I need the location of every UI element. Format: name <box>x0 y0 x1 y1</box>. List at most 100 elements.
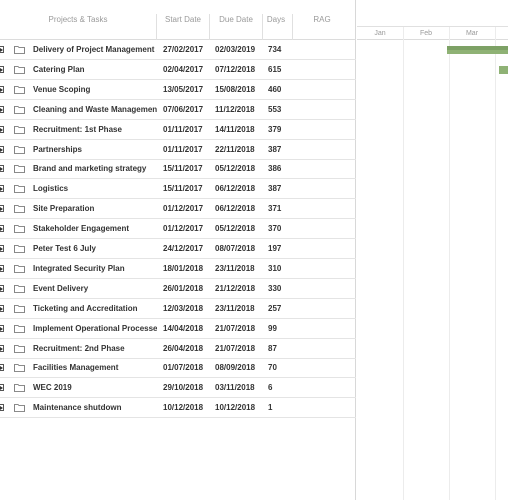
task-rag <box>296 159 352 178</box>
task-due-date: 23/11/2018 <box>215 263 255 273</box>
task-rag <box>296 378 352 397</box>
task-name[interactable]: Delivery of Project Management S <box>33 40 157 59</box>
table-row[interactable]: Event Delivery 26/01/2018 21/12/2018 330 <box>0 279 356 299</box>
task-days: 330 <box>268 283 282 293</box>
task-rag <box>296 339 352 358</box>
task-start-date: 01/11/2017 <box>163 144 203 154</box>
task-name[interactable]: Event Delivery <box>33 279 157 298</box>
table-row[interactable]: Brand and marketing strategy 15/11/2017 05… <box>0 159 356 180</box>
task-due-date: 06/12/2018 <box>215 184 256 194</box>
expand-icon[interactable] <box>0 185 4 193</box>
expand-icon[interactable] <box>0 85 4 93</box>
task-name[interactable]: Site Preparation <box>33 199 157 218</box>
folder-icon <box>14 344 25 353</box>
expand-icon[interactable] <box>0 125 4 133</box>
task-days: 371 <box>268 204 282 214</box>
table-row[interactable]: Delivery of Project Management S 27/02/20… <box>0 40 356 60</box>
task-name[interactable]: Stakeholder Engagement <box>33 219 157 238</box>
table-row[interactable]: Partnerships 01/11/2017 22/11/2018 387 <box>0 140 356 160</box>
expand-icon[interactable] <box>0 145 4 153</box>
task-name[interactable]: Recruitment: 1st Phase <box>33 120 157 139</box>
expand-icon[interactable] <box>0 205 4 213</box>
task-name[interactable]: WEC 2019 <box>33 378 157 397</box>
task-name[interactable]: Implement Operational Processe <box>33 319 157 338</box>
column-header-rag[interactable]: RAG <box>292 0 352 40</box>
table-row[interactable]: Site Preparation 01/12/2017 06/12/2018 371 <box>0 199 356 220</box>
table-row[interactable]: Integrated Security Plan 18/01/2018 23/11/… <box>0 259 356 279</box>
expand-icon[interactable] <box>0 364 4 372</box>
table-row[interactable]: Venue Scoping 13/05/2017 15/08/2018 460 <box>0 80 356 100</box>
task-due-date: 22/11/2018 <box>215 144 255 154</box>
expand-icon[interactable] <box>0 225 4 233</box>
task-start-date: 12/03/2018 <box>163 303 204 313</box>
expand-icon[interactable] <box>0 384 4 392</box>
task-name[interactable]: Partnerships <box>33 140 157 159</box>
column-header-task[interactable]: Projects & Tasks <box>0 0 156 40</box>
expand-icon[interactable] <box>0 324 4 332</box>
task-name[interactable]: Ticketing and Accreditation <box>33 299 157 318</box>
task-name[interactable]: Logistics <box>33 179 157 198</box>
table-row[interactable]: Stakeholder Engagement 01/12/2017 05/12/20… <box>0 219 356 240</box>
folder-icon <box>14 204 25 214</box>
task-name[interactable]: Brand and marketing strategy <box>33 159 157 178</box>
task-start-date: 18/01/2018 <box>163 263 204 273</box>
task-rag <box>296 299 352 318</box>
table-row[interactable]: Logistics 15/11/2017 06/12/2018 387 <box>0 179 356 200</box>
task-days: 70 <box>268 363 277 373</box>
table-row[interactable]: WEC 2019 29/10/2018 03/11/2018 6 <box>0 378 356 399</box>
table-row[interactable]: Ticketing and Accreditation 12/03/2018 23/… <box>0 299 356 319</box>
task-due-date: 05/12/2018 <box>215 224 256 234</box>
column-header-due[interactable]: Due Date <box>211 0 261 40</box>
task-due-date: 08/09/2018 <box>215 363 256 373</box>
table-row[interactable]: Catering Plan 02/04/2017 07/12/2018 615 <box>0 60 356 80</box>
column-divider[interactable] <box>156 14 157 40</box>
expand-icon[interactable] <box>0 264 4 272</box>
task-due-date: 02/03/2019 <box>215 45 256 54</box>
table-row[interactable]: Facilities Management 01/07/2018 08/09/201… <box>0 358 356 379</box>
task-start-date: 13/05/2017 <box>163 84 204 94</box>
expand-icon[interactable] <box>0 245 4 252</box>
expand-icon[interactable] <box>0 284 4 292</box>
task-rag <box>296 279 352 298</box>
task-days: 734 <box>268 45 282 54</box>
task-name[interactable]: Facilities Management <box>33 358 157 377</box>
expand-icon[interactable] <box>0 165 4 173</box>
task-grid: Projects & Tasks Start Date Due Date Day… <box>0 0 356 500</box>
task-days: 386 <box>268 164 282 174</box>
expand-icon[interactable] <box>0 404 4 412</box>
table-row[interactable]: Maintenance shutdown 10/12/2018 10/12/2018… <box>0 398 356 419</box>
table-row[interactable]: Peter Test 6 July 24/12/2017 08/07/2018 197 <box>0 239 356 259</box>
expand-icon[interactable] <box>0 344 4 352</box>
task-days: 460 <box>268 84 282 94</box>
task-rag <box>296 120 352 139</box>
task-name[interactable]: Cleaning and Waste Managemen <box>33 100 157 119</box>
expand-icon[interactable] <box>0 304 4 312</box>
gantt-bar[interactable] <box>447 50 508 54</box>
task-due-date: 07/12/2018 <box>215 64 256 74</box>
grid-header: Projects & Tasks Start Date Due Date Day… <box>0 0 356 40</box>
column-header-days[interactable]: Days <box>262 0 290 40</box>
task-name[interactable]: Peter Test 6 July <box>33 239 157 258</box>
folder-icon <box>14 224 25 233</box>
month-gridline <box>403 27 404 500</box>
column-header-start[interactable]: Start Date <box>158 0 208 40</box>
folder-icon <box>14 184 25 194</box>
task-name[interactable]: Integrated Security Plan <box>33 259 157 278</box>
task-days: 87 <box>268 343 277 353</box>
task-name[interactable]: Catering Plan <box>33 60 157 79</box>
expand-icon[interactable] <box>0 65 4 73</box>
table-row[interactable]: Cleaning and Waste Managemen 07/06/2017 11… <box>0 100 356 120</box>
column-divider[interactable] <box>209 14 210 40</box>
task-start-date: 29/10/2018 <box>163 383 204 393</box>
gantt-bar[interactable] <box>499 66 508 74</box>
expand-icon[interactable] <box>0 105 4 113</box>
task-name[interactable]: Maintenance shutdown <box>33 398 157 417</box>
task-due-date: 05/12/2018 <box>215 164 256 174</box>
table-row[interactable]: Implement Operational Processe 14/04/2018… <box>0 319 356 339</box>
task-name[interactable]: Venue Scoping <box>33 80 157 99</box>
table-row[interactable]: Recruitment: 2nd Phase 26/04/2018 21/07/20… <box>0 339 356 359</box>
folder-icon <box>14 403 25 413</box>
expand-icon[interactable] <box>0 46 4 53</box>
task-name[interactable]: Recruitment: 2nd Phase <box>33 339 157 358</box>
table-row[interactable]: Recruitment: 1st Phase 01/11/2017 14/11/20… <box>0 120 356 140</box>
